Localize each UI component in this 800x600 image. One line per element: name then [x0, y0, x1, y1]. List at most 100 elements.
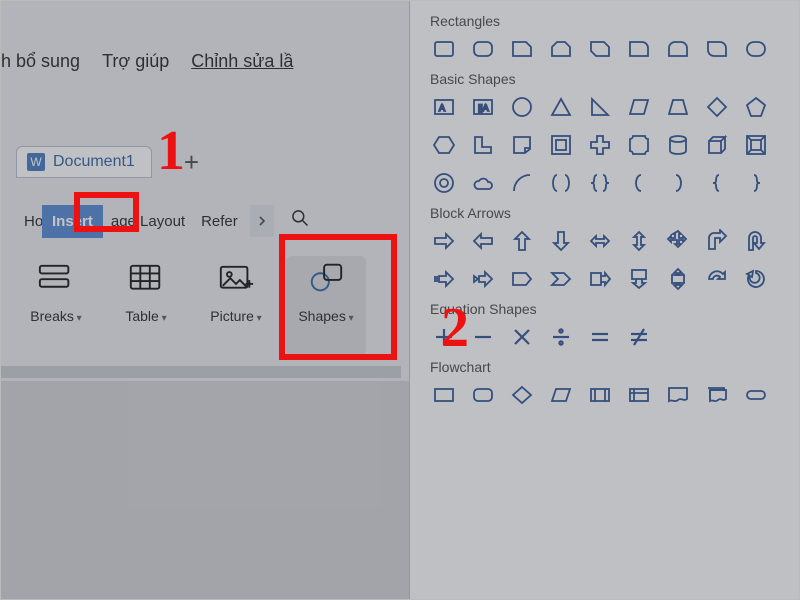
folded-corner-shape[interactable] [508, 131, 536, 159]
right-arrow-shape[interactable] [430, 227, 458, 255]
flowchart-internal-storage-shape[interactable] [625, 381, 653, 409]
section-flowchart: Flowchart [430, 359, 799, 375]
shapes-button[interactable]: Shapes [286, 256, 366, 356]
text-box-shape[interactable]: A [430, 93, 458, 121]
bevel-shape[interactable] [742, 131, 770, 159]
breaks-label: Breaks [30, 308, 81, 324]
picture-icon [217, 262, 255, 294]
flowchart-predefined-shape[interactable] [586, 381, 614, 409]
u-turn-arrow-shape[interactable] [742, 227, 770, 255]
ribbon-more-button[interactable] [250, 205, 274, 237]
picture-label: Picture [210, 308, 261, 324]
up-down-arrow-callout-shape[interactable] [664, 265, 692, 293]
snip-corner-rect-shape[interactable] [508, 35, 536, 63]
shapes-label: Shapes [298, 308, 353, 324]
donut-shape[interactable] [430, 169, 458, 197]
snip-top-rect-shape[interactable] [547, 35, 575, 63]
left-brace-shape[interactable] [703, 169, 731, 197]
circular-arrow-shape[interactable] [742, 265, 770, 293]
right-arrow-callout-shape[interactable] [586, 265, 614, 293]
notched-right-arrow-shape[interactable] [469, 265, 497, 293]
arc-shape[interactable] [508, 169, 536, 197]
oval-shape[interactable] [508, 93, 536, 121]
left-arrow-shape[interactable] [469, 227, 497, 255]
cloud-shape[interactable] [469, 169, 497, 197]
up-arrow-shape[interactable] [508, 227, 536, 255]
frame-shape[interactable] [547, 131, 575, 159]
up-down-arrow-shape[interactable] [625, 227, 653, 255]
left-bracket-shape[interactable] [625, 169, 653, 197]
vertical-text-box-shape[interactable]: ||A [469, 93, 497, 121]
round-diag-rect-shape[interactable] [703, 35, 731, 63]
plus-shape[interactable] [430, 323, 458, 351]
quad-arrow-shape[interactable] [664, 227, 692, 255]
right-brace-shape[interactable] [742, 169, 770, 197]
picture-button[interactable]: Picture [196, 256, 276, 356]
ribbon-commands: Breaks Table Picture Shapes [16, 256, 366, 366]
cube-shape[interactable] [703, 131, 731, 159]
pentagon-arrow-shape[interactable] [508, 265, 536, 293]
search-icon[interactable] [290, 208, 310, 234]
rectangle-shape[interactable] [430, 35, 458, 63]
pentagon-shape[interactable] [742, 93, 770, 121]
snip-diag-rect-shape[interactable] [586, 35, 614, 63]
bent-arrow-shape[interactable] [703, 227, 731, 255]
document-canvas[interactable] [1, 381, 409, 599]
equals-shape[interactable] [586, 323, 614, 351]
bracket-pair-shape[interactable] [547, 169, 575, 197]
ribbon-tab-home[interactable]: Home [16, 205, 42, 238]
triangle-shape[interactable] [547, 93, 575, 121]
flowchart-terminator-shape[interactable] [742, 381, 770, 409]
not-equal-shape[interactable] [625, 323, 653, 351]
menu-item-help[interactable]: Trợ giúp [102, 51, 169, 72]
flowchart-alt-process-shape[interactable] [469, 381, 497, 409]
menu-item-partial[interactable]: h bổ sung [1, 51, 80, 72]
divide-shape[interactable] [547, 323, 575, 351]
document-tab-label: Document1 [53, 153, 135, 171]
flowchart-grid [430, 381, 799, 409]
minus-shape[interactable] [469, 323, 497, 351]
shapes-gallery-panel: Rectangles Basic Shapes A ||A [409, 1, 799, 599]
down-arrow-shape[interactable] [547, 227, 575, 255]
flowchart-document-shape[interactable] [664, 381, 692, 409]
right-bracket-shape[interactable] [664, 169, 692, 197]
hexagon-shape[interactable] [430, 131, 458, 159]
table-icon [127, 262, 165, 294]
curved-arrow-shape[interactable] [703, 265, 731, 293]
ribbon-tab-references[interactable]: Refer [193, 205, 246, 238]
round-top-rect-shape[interactable] [664, 35, 692, 63]
flowchart-process-shape[interactable] [430, 381, 458, 409]
rounded-rectangle-shape[interactable] [469, 35, 497, 63]
brace-pair-shape[interactable] [586, 169, 614, 197]
rounded-rect-alt-shape[interactable] [742, 35, 770, 63]
equation-shapes-grid [430, 323, 799, 351]
cross-shape[interactable] [586, 131, 614, 159]
new-tab-button[interactable]: + [170, 147, 213, 178]
right-triangle-shape[interactable] [586, 93, 614, 121]
flowchart-decision-shape[interactable] [508, 381, 536, 409]
down-arrow-callout-shape[interactable] [625, 265, 653, 293]
chevron-arrow-shape[interactable] [547, 265, 575, 293]
plaque-shape[interactable] [625, 131, 653, 159]
flowchart-data-shape[interactable] [547, 381, 575, 409]
ribbon-tab-insert[interactable]: Insert [42, 205, 103, 238]
parallelogram-shape[interactable] [625, 93, 653, 121]
left-right-arrow-shape[interactable] [586, 227, 614, 255]
section-equation-shapes: Equation Shapes [430, 301, 799, 317]
cylinder-shape[interactable] [664, 131, 692, 159]
striped-right-arrow-shape[interactable] [430, 265, 458, 293]
l-shape[interactable] [469, 131, 497, 159]
breaks-icon [37, 262, 75, 294]
ribbon-tab-page-layout[interactable]: age Layout [103, 205, 193, 238]
menu-item-edit[interactable]: Chỉnh sửa lầ [191, 51, 293, 72]
round-corner-rect-shape[interactable] [625, 35, 653, 63]
app-window: h bổ sung Trợ giúp Chỉnh sửa lầ W Docume… [0, 0, 800, 600]
diamond-shape[interactable] [703, 93, 731, 121]
document-tab[interactable]: W Document1 [16, 146, 152, 178]
table-button[interactable]: Table [106, 256, 186, 356]
breaks-button[interactable]: Breaks [16, 256, 96, 356]
multiply-shape[interactable] [508, 323, 536, 351]
word-doc-icon: W [27, 153, 45, 171]
flowchart-multidoc-shape[interactable] [703, 381, 731, 409]
trapezoid-shape[interactable] [664, 93, 692, 121]
